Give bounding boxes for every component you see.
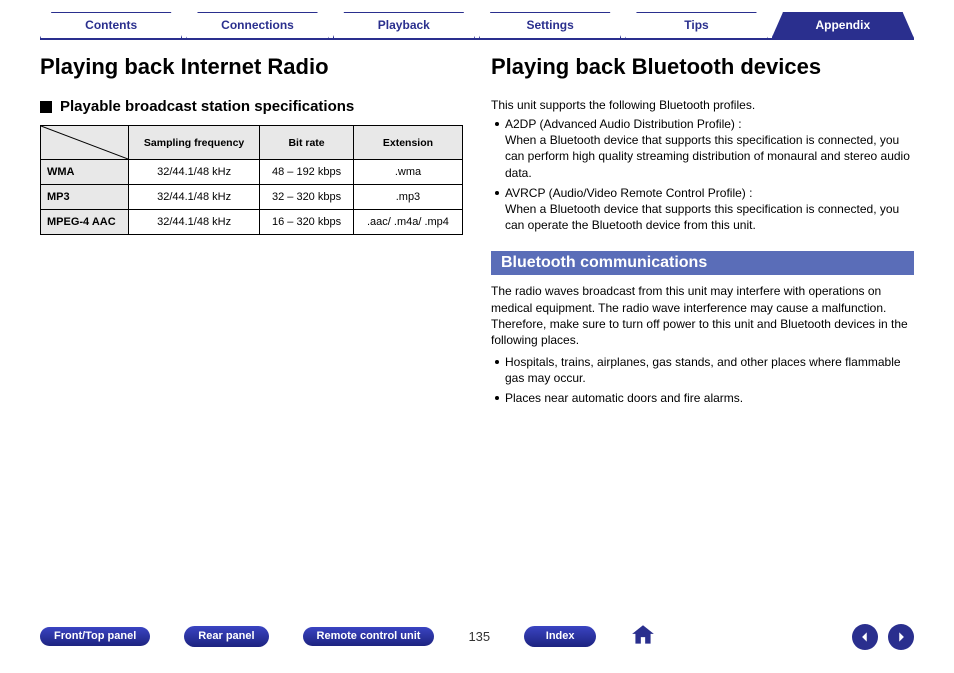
tab-contents[interactable]: Contents: [40, 12, 182, 38]
left-column: Playing back Internet Radio Playable bro…: [40, 54, 463, 411]
top-nav: Contents Connections Playback Settings T…: [0, 0, 954, 38]
section-para: The radio waves broadcast from this unit…: [491, 283, 914, 348]
table-row: WMA 32/44.1/48 kHz 48 – 192 kbps .wma: [41, 160, 463, 185]
prev-page-button[interactable]: [852, 624, 878, 650]
tab-appendix[interactable]: Appendix: [772, 12, 914, 38]
page-number: 135: [468, 629, 490, 644]
right-heading: Playing back Bluetooth devices: [491, 54, 914, 80]
col-sampling: Sampling frequency: [129, 126, 260, 160]
tab-connections[interactable]: Connections: [186, 12, 328, 38]
tab-playback[interactable]: Playback: [333, 12, 475, 38]
right-column: Playing back Bluetooth devices This unit…: [491, 54, 914, 411]
footer-nav: Front/Top panel Rear panel Remote contro…: [40, 622, 914, 651]
index-button[interactable]: Index: [524, 626, 596, 646]
col-bitrate: Bit rate: [260, 126, 354, 160]
section-header: Bluetooth communications: [491, 251, 914, 275]
table-row: MP3 32/44.1/48 kHz 32 – 320 kbps .mp3: [41, 185, 463, 210]
rear-panel-button[interactable]: Rear panel: [184, 626, 268, 646]
next-page-button[interactable]: [888, 624, 914, 650]
tab-settings[interactable]: Settings: [479, 12, 621, 38]
nav-underline: [40, 38, 914, 40]
list-item: A2DP (Advanced Audio Distribution Profil…: [491, 116, 914, 181]
tab-tips[interactable]: Tips: [625, 12, 767, 38]
table-corner: [41, 126, 129, 160]
home-icon[interactable]: [630, 622, 656, 651]
places-list: Hospitals, trains, airplanes, gas stands…: [491, 354, 914, 407]
left-heading: Playing back Internet Radio: [40, 54, 463, 80]
col-ext: Extension: [353, 126, 462, 160]
spec-subheading: Playable broadcast station specification…: [40, 98, 463, 115]
table-row: MPEG-4 AAC 32/44.1/48 kHz 16 – 320 kbps …: [41, 210, 463, 235]
list-item: Places near automatic doors and fire ala…: [491, 390, 914, 406]
front-top-panel-button[interactable]: Front/Top panel: [40, 627, 150, 647]
remote-control-button[interactable]: Remote control unit: [303, 627, 435, 647]
list-item: AVRCP (Audio/Video Remote Control Profil…: [491, 185, 914, 234]
spec-table: Sampling frequency Bit rate Extension WM…: [40, 125, 463, 235]
list-item: Hospitals, trains, airplanes, gas stands…: [491, 354, 914, 386]
bluetooth-intro: This unit supports the following Bluetoo…: [491, 98, 914, 112]
profile-list: A2DP (Advanced Audio Distribution Profil…: [491, 116, 914, 233]
